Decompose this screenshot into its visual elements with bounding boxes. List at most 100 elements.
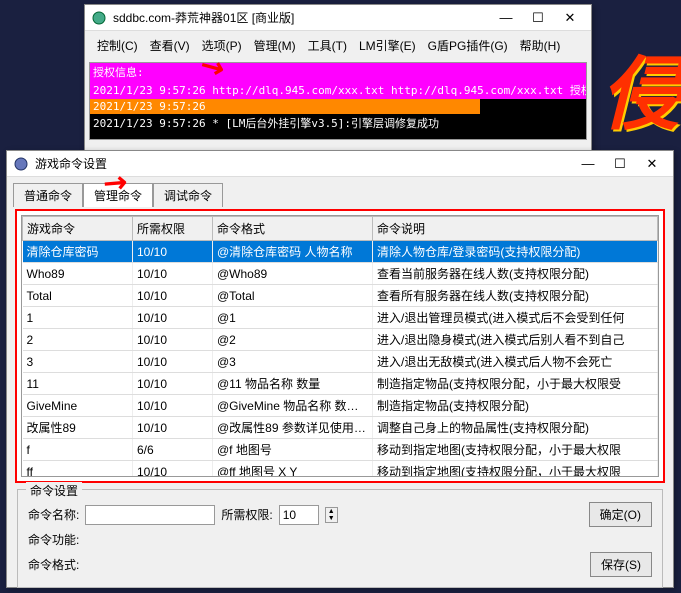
table-cell: 进入/退出管理员模式(进入模式后不会受到任何	[373, 307, 658, 329]
table-row[interactable]: 1110/10@11 物品名称 数量制造指定物品(支持权限分配，小于最大权限受	[23, 373, 658, 395]
command-table: 游戏命令所需权限命令格式命令说明 清除仓库密码10/10@清除仓库密码 人物名称…	[22, 216, 658, 477]
table-cell: 10/10	[133, 263, 213, 285]
label-func: 命令功能:	[28, 531, 79, 548]
table-cell: 清除仓库密码	[23, 241, 133, 263]
win1-menubar: 控制(C)查看(V)选项(P)管理(M)工具(T)LM引擎(E)G盾PG插件(G…	[85, 31, 591, 60]
table-cell: 移动到指定地图(支持权限分配，小于最大权限	[373, 439, 658, 461]
table-cell: 11	[23, 373, 133, 395]
minimize-button[interactable]: —	[491, 8, 521, 28]
ok-button[interactable]: 确定(O)	[589, 502, 652, 527]
table-cell: GiveMine	[23, 395, 133, 417]
command-settings-window: 游戏命令设置 — ☐ ✕ 普通命令管理命令调试命令 游戏命令所需权限命令格式命令…	[6, 150, 674, 588]
column-header[interactable]: 命令说明	[373, 217, 658, 241]
table-cell: 改属性89	[23, 417, 133, 439]
column-header[interactable]: 所需权限	[133, 217, 213, 241]
table-cell: 制造指定物品(支持权限分配)	[373, 395, 658, 417]
menu-item[interactable]: 控制(C)	[93, 35, 142, 56]
table-cell: 10/10	[133, 461, 213, 478]
table-cell: 2	[23, 329, 133, 351]
maximize-button[interactable]: ☐	[605, 154, 635, 174]
maximize-button[interactable]: ☐	[523, 8, 553, 28]
table-cell: @清除仓库密码 人物名称	[213, 241, 373, 263]
table-cell: 10/10	[133, 307, 213, 329]
group-legend: 命令设置	[26, 482, 82, 499]
table-cell: @ff 地图号 X Y	[213, 461, 373, 478]
menu-item[interactable]: 工具(T)	[304, 35, 351, 56]
table-row[interactable]: 清除仓库密码10/10@清除仓库密码 人物名称清除人物仓库/登录密码(支持权限分…	[23, 241, 658, 263]
table-cell: 10/10	[133, 329, 213, 351]
highlight-box: 游戏命令所需权限命令格式命令说明 清除仓库密码10/10@清除仓库密码 人物名称…	[15, 209, 665, 483]
main-app-window: sddbc.com-莽荒神器01区 [商业版] — ☐ ✕ 控制(C)查看(V)…	[84, 4, 592, 164]
table-cell: 10/10	[133, 241, 213, 263]
table-cell: 清除人物仓库/登录密码(支持权限分配)	[373, 241, 658, 263]
table-cell: 3	[23, 351, 133, 373]
table-row[interactable]: Total10/10@Total查看所有服务器在线人数(支持权限分配)	[23, 285, 658, 307]
table-cell: f	[23, 439, 133, 461]
tab-2[interactable]: 调试命令	[153, 183, 223, 207]
table-cell: 进入/退出无敌模式(进入模式后人物不会死亡	[373, 351, 658, 373]
table-cell: 移动到指定地图(支持权限分配，小于最大权限	[373, 461, 658, 478]
table-cell: 进入/退出隐身模式(进入模式后别人看不到自己	[373, 329, 658, 351]
menu-item[interactable]: 管理(M)	[250, 35, 300, 56]
perm-spinner[interactable]: ▲▼	[325, 507, 338, 523]
menu-item[interactable]: 选项(P)	[198, 35, 246, 56]
label-name: 命令名称:	[28, 506, 79, 523]
table-cell: 制造指定物品(支持权限分配，小于最大权限受	[373, 373, 658, 395]
close-button[interactable]: ✕	[637, 154, 667, 174]
table-row[interactable]: 310/10@3进入/退出无敌模式(进入模式后人物不会死亡	[23, 351, 658, 373]
table-cell: @GiveMine 物品名称 数量 当	[213, 395, 373, 417]
table-cell: @改属性89 参数详见使用说明	[213, 417, 373, 439]
command-table-wrap: 游戏命令所需权限命令格式命令说明 清除仓库密码10/10@清除仓库密码 人物名称…	[21, 215, 659, 477]
log-line: 2021/1/23 9:57:26	[90, 99, 480, 114]
label-fmt: 命令格式:	[28, 556, 79, 573]
save-button[interactable]: 保存(S)	[590, 552, 652, 577]
close-button[interactable]: ✕	[555, 8, 585, 28]
table-cell: 查看所有服务器在线人数(支持权限分配)	[373, 285, 658, 307]
table-row[interactable]: f6/6@f 地图号移动到指定地图(支持权限分配，小于最大权限	[23, 439, 658, 461]
table-row[interactable]: ff10/10@ff 地图号 X Y移动到指定地图(支持权限分配，小于最大权限	[23, 461, 658, 478]
table-cell: @11 物品名称 数量	[213, 373, 373, 395]
table-cell: @Who89	[213, 263, 373, 285]
menu-item[interactable]: 帮助(H)	[516, 35, 565, 56]
menu-item[interactable]: 查看(V)	[146, 35, 194, 56]
command-edit-group: 命令设置 命令名称: 所需权限: ▲▼ 确定(O) 命令功能: 命令格式: 保存…	[17, 489, 663, 588]
settings-icon	[13, 156, 29, 172]
background-decoration: 侵	[601, 30, 681, 146]
table-cell: 6/6	[133, 439, 213, 461]
table-cell: @1	[213, 307, 373, 329]
log-panel: 授权信息: 2021/1/23 9:57:26 http://dlq.945.c…	[89, 62, 587, 140]
tab-strip: 普通命令管理命令调试命令	[7, 177, 673, 207]
column-header[interactable]: 游戏命令	[23, 217, 133, 241]
log-line: 2021/1/23 9:57:26 * [LM后台外挂引擎v3.5]:引擎层调修…	[90, 114, 586, 132]
app-icon	[91, 10, 107, 26]
label-perm: 所需权限:	[221, 506, 272, 523]
table-cell: 查看当前服务器在线人数(支持权限分配)	[373, 263, 658, 285]
column-header[interactable]: 命令格式	[213, 217, 373, 241]
win1-titlebar: sddbc.com-莽荒神器01区 [商业版] — ☐ ✕	[85, 5, 591, 31]
tab-0[interactable]: 普通命令	[13, 183, 83, 207]
table-cell: 10/10	[133, 417, 213, 439]
minimize-button[interactable]: —	[573, 154, 603, 174]
table-row[interactable]: GiveMine10/10@GiveMine 物品名称 数量 当制造指定物品(支…	[23, 395, 658, 417]
table-row[interactable]: 210/10@2进入/退出隐身模式(进入模式后别人看不到自己	[23, 329, 658, 351]
win2-title: 游戏命令设置	[35, 155, 573, 172]
table-cell: @2	[213, 329, 373, 351]
table-row[interactable]: 110/10@1进入/退出管理员模式(进入模式后不会受到任何	[23, 307, 658, 329]
table-cell: Who89	[23, 263, 133, 285]
table-cell: 10/10	[133, 285, 213, 307]
table-cell: ff	[23, 461, 133, 478]
table-row[interactable]: Who8910/10@Who89查看当前服务器在线人数(支持权限分配)	[23, 263, 658, 285]
table-cell: 调整自己身上的物品属性(支持权限分配)	[373, 417, 658, 439]
win2-titlebar: 游戏命令设置 — ☐ ✕	[7, 151, 673, 177]
table-cell: 10/10	[133, 351, 213, 373]
command-name-input[interactable]	[85, 505, 215, 525]
log-line: 2021/1/23 9:57:26 http://dlq.945.com/xxx…	[90, 81, 586, 99]
table-cell: Total	[23, 285, 133, 307]
menu-item[interactable]: G盾PG插件(G)	[424, 35, 512, 56]
menu-item[interactable]: LM引擎(E)	[355, 35, 420, 56]
tab-1[interactable]: 管理命令	[83, 183, 153, 207]
table-row[interactable]: 改属性8910/10@改属性89 参数详见使用说明调整自己身上的物品属性(支持权…	[23, 417, 658, 439]
perm-input[interactable]	[279, 505, 319, 525]
table-cell: 10/10	[133, 395, 213, 417]
log-line: 授权信息:	[90, 63, 586, 81]
